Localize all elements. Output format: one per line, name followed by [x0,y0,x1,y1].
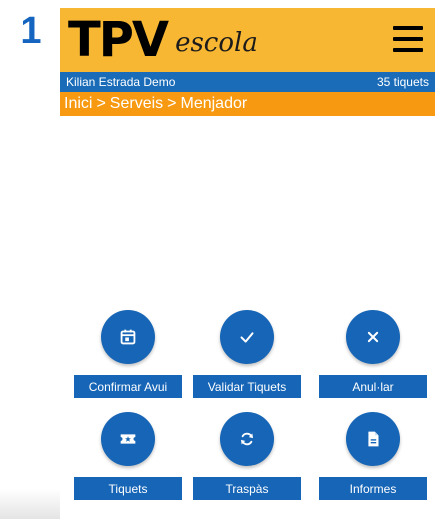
cancel-label[interactable]: Anul·lar [319,375,427,398]
document-icon [368,431,379,447]
ticket-icon [120,434,136,444]
tickets-label[interactable]: Tiquets [74,477,182,500]
confirm-today-button[interactable] [101,310,155,364]
user-name: Kilian Estrada Demo [66,75,176,89]
app-header: TPV escola [60,8,435,72]
action-tiquets: Tiquets [68,412,188,502]
calendar-icon [120,329,136,345]
app-screen: TPV escola Kilian Estrada Demo 35 tiquet… [60,8,435,519]
breadcrumb-item-menjador: Menjador [180,95,248,112]
action-grid: Confirmar Avui Validar Tiquets Anul·lar [60,310,435,510]
step-number: 1 [20,9,42,52]
breadcrumb-item-inici[interactable]: Inici [64,95,92,113]
action-traspas: Traspàs [187,412,307,502]
confirm-today-label[interactable]: Confirmar Avui [74,375,182,398]
menu-line [393,37,423,41]
reports-button[interactable] [346,412,400,466]
action-validar-tiquets: Validar Tiquets [187,310,307,400]
breadcrumb-separator: > [96,95,106,112]
action-confirmar-avui: Confirmar Avui [68,310,188,400]
reports-label[interactable]: Informes [319,477,427,500]
user-bar: Kilian Estrada Demo 35 tiquets [60,72,435,92]
validate-tickets-button[interactable] [220,310,274,364]
ticket-count: 35 tiquets [376,75,429,89]
transfer-label[interactable]: Traspàs [193,477,301,500]
transfer-button[interactable] [220,412,274,466]
action-anullar: Anul·lar [313,310,433,400]
sync-icon [240,432,254,446]
page-shadow [0,489,60,519]
breadcrumb: Inici > Serveis > Menjador [60,92,435,116]
tickets-button[interactable] [101,412,155,466]
logo-script-text: escola [175,28,258,58]
logo[interactable]: TPV escola [68,10,258,68]
menu-line [393,26,423,30]
breadcrumb-separator: > [167,95,177,112]
hamburger-menu-icon[interactable] [393,26,423,52]
validate-tickets-label[interactable]: Validar Tiquets [193,375,301,398]
close-icon [367,331,379,343]
breadcrumb-item-serveis[interactable]: Serveis [110,95,163,113]
logo-main-text: TPV [68,12,169,68]
menu-line [393,48,423,52]
cancel-button[interactable] [346,310,400,364]
action-informes: Informes [313,412,433,502]
check-icon [240,332,254,343]
